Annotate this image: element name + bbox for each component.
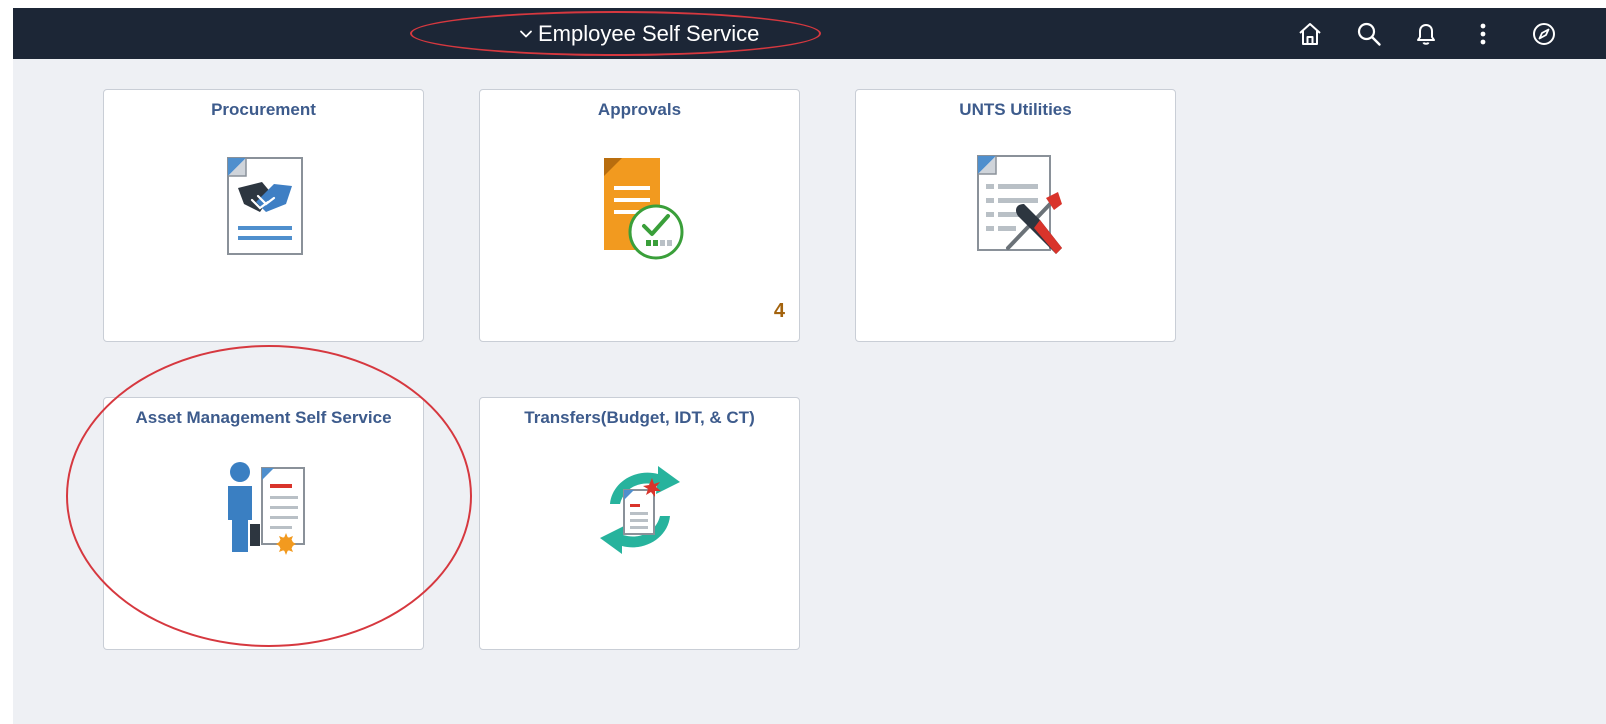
homepage-selector[interactable]: Employee Self Service [518, 19, 759, 49]
homepage-title: Employee Self Service [538, 21, 760, 46]
notifications-bell-icon[interactable] [1413, 21, 1439, 47]
home-icon[interactable] [1297, 21, 1323, 47]
tile-title: Asset Management Self Service [135, 408, 392, 427]
top-navigation-bar: Employee Self Service [13, 8, 1606, 59]
navbar-compass-icon[interactable] [1531, 21, 1557, 47]
tile-count-badge: 4 [773, 300, 785, 322]
tile-title: Procurement [211, 100, 316, 119]
tile-asset-management-self-service[interactable]: Asset Management Self Service [103, 397, 424, 650]
tile-title: Approvals [597, 100, 682, 119]
tile-procurement[interactable]: Procurement [103, 89, 424, 342]
approvals-document-check-icon [604, 158, 684, 260]
tile-title: Transfers(Budget, IDT, & CT) [524, 408, 755, 427]
transfers-cycle-document-icon [600, 466, 680, 554]
search-icon[interactable] [1356, 21, 1382, 47]
tile-approvals[interactable]: Approvals 4 [479, 89, 800, 342]
tile-unts-utilities[interactable]: UNTS Utilities [855, 89, 1176, 342]
utilities-document-tools-icon [977, 155, 1062, 254]
tile-title: UNTS Utilities [959, 100, 1072, 119]
homepage: Employee Self Service Procurement Approv… [13, 8, 1606, 724]
chevron-down-icon [520, 30, 532, 38]
asset-management-person-certificate-icon [228, 462, 305, 555]
actions-menu-icon[interactable] [1470, 21, 1496, 47]
tile-transfers[interactable]: Transfers(Budget, IDT, & CT) [479, 397, 800, 650]
procurement-handshake-icon [227, 157, 303, 255]
